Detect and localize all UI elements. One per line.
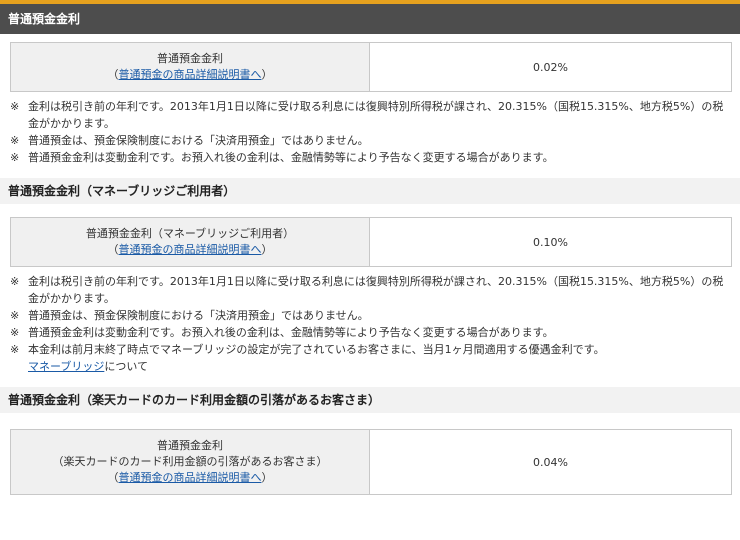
note-item: ※ 普通預金は、預金保険制度における「決済用預金」ではありません。 <box>10 309 369 322</box>
rate-label-sub: （楽天カードのカード利用金額の引落があるお客さま） <box>52 455 328 468</box>
product-detail-link[interactable]: 普通預金の商品詳細説明書へ <box>119 68 262 81</box>
note-item: ※ 普通預金金利は変動金利です。お預入れ後の金利は、金融情勢等により予告なく変更す… <box>10 151 554 164</box>
rate-label-cell: 普通預金金利 （普通預金の商品詳細説明書へ） <box>10 42 370 92</box>
rate-label-cell: 普通預金金利 （楽天カードのカード利用金額の引落があるお客さま） （普通預金の商… <box>10 429 370 495</box>
rate-value: 0.04% <box>369 429 732 495</box>
section-header-moneybridge-rate: 普通預金金利（マネーブリッジご利用者） <box>0 178 740 204</box>
rate-label: 普通預金金利 <box>157 439 223 452</box>
section-header-rakuten-card-rate: 普通預金金利（楽天カードのカード利用金額の引落があるお客さま） <box>0 387 740 413</box>
note-item: ※ 本金利は前月末終了時点でマネーブリッジの設定が完了されているお客さまに、当月1… <box>10 343 605 356</box>
rate-label: 普通預金金利 <box>157 52 223 65</box>
notes-list-savings: ※ 金利は税引き前の年利です。2013年1月1日以降に受け取る利息には復興特別所得… <box>10 98 730 166</box>
section-header-savings-rate: 普通預金金利 <box>0 0 740 34</box>
rate-value: 0.02% <box>369 42 732 92</box>
rate-table-rakuten-card: 普通預金金利 （楽天カードのカード利用金額の引落があるお客さま） （普通預金の商… <box>10 429 732 495</box>
rate-value: 0.10% <box>369 217 732 267</box>
note-item: ※ 普通預金は、預金保険制度における「決済用預金」ではありません。 <box>10 134 369 147</box>
product-detail-link[interactable]: 普通預金の商品詳細説明書へ <box>119 243 262 256</box>
moneybridge-link-line: マネーブリッジについて <box>28 360 149 373</box>
note-item: ※ 金利は税引き前の年利です。2013年1月1日以降に受け取る利息には復興特別所得… <box>10 100 724 130</box>
note-item: ※ 金利は税引き前の年利です。2013年1月1日以降に受け取る利息には復興特別所得… <box>10 275 724 305</box>
notes-list-moneybridge: ※ 金利は税引き前の年利です。2013年1月1日以降に受け取る利息には復興特別所得… <box>10 273 730 358</box>
rate-link-line: （普通預金の商品詳細説明書へ） <box>107 68 273 81</box>
rate-link-line: （普通預金の商品詳細説明書へ） <box>107 471 273 484</box>
note-item: ※ 普通預金金利は変動金利です。お預入れ後の金利は、金融情勢等により予告なく変更す… <box>10 326 554 339</box>
rate-link-line: （普通預金の商品詳細説明書へ） <box>107 243 273 256</box>
rate-label-cell: 普通預金金利（マネーブリッジご利用者） （普通預金の商品詳細説明書へ） <box>10 217 370 267</box>
rate-label: 普通預金金利（マネーブリッジご利用者） <box>85 227 295 240</box>
rate-table-moneybridge: 普通預金金利（マネーブリッジご利用者） （普通預金の商品詳細説明書へ） 0.10… <box>10 217 732 267</box>
moneybridge-link[interactable]: マネーブリッジ <box>28 360 104 373</box>
product-detail-link[interactable]: 普通預金の商品詳細説明書へ <box>119 471 262 484</box>
rate-table-savings: 普通預金金利 （普通預金の商品詳細説明書へ） 0.02% <box>10 42 732 92</box>
